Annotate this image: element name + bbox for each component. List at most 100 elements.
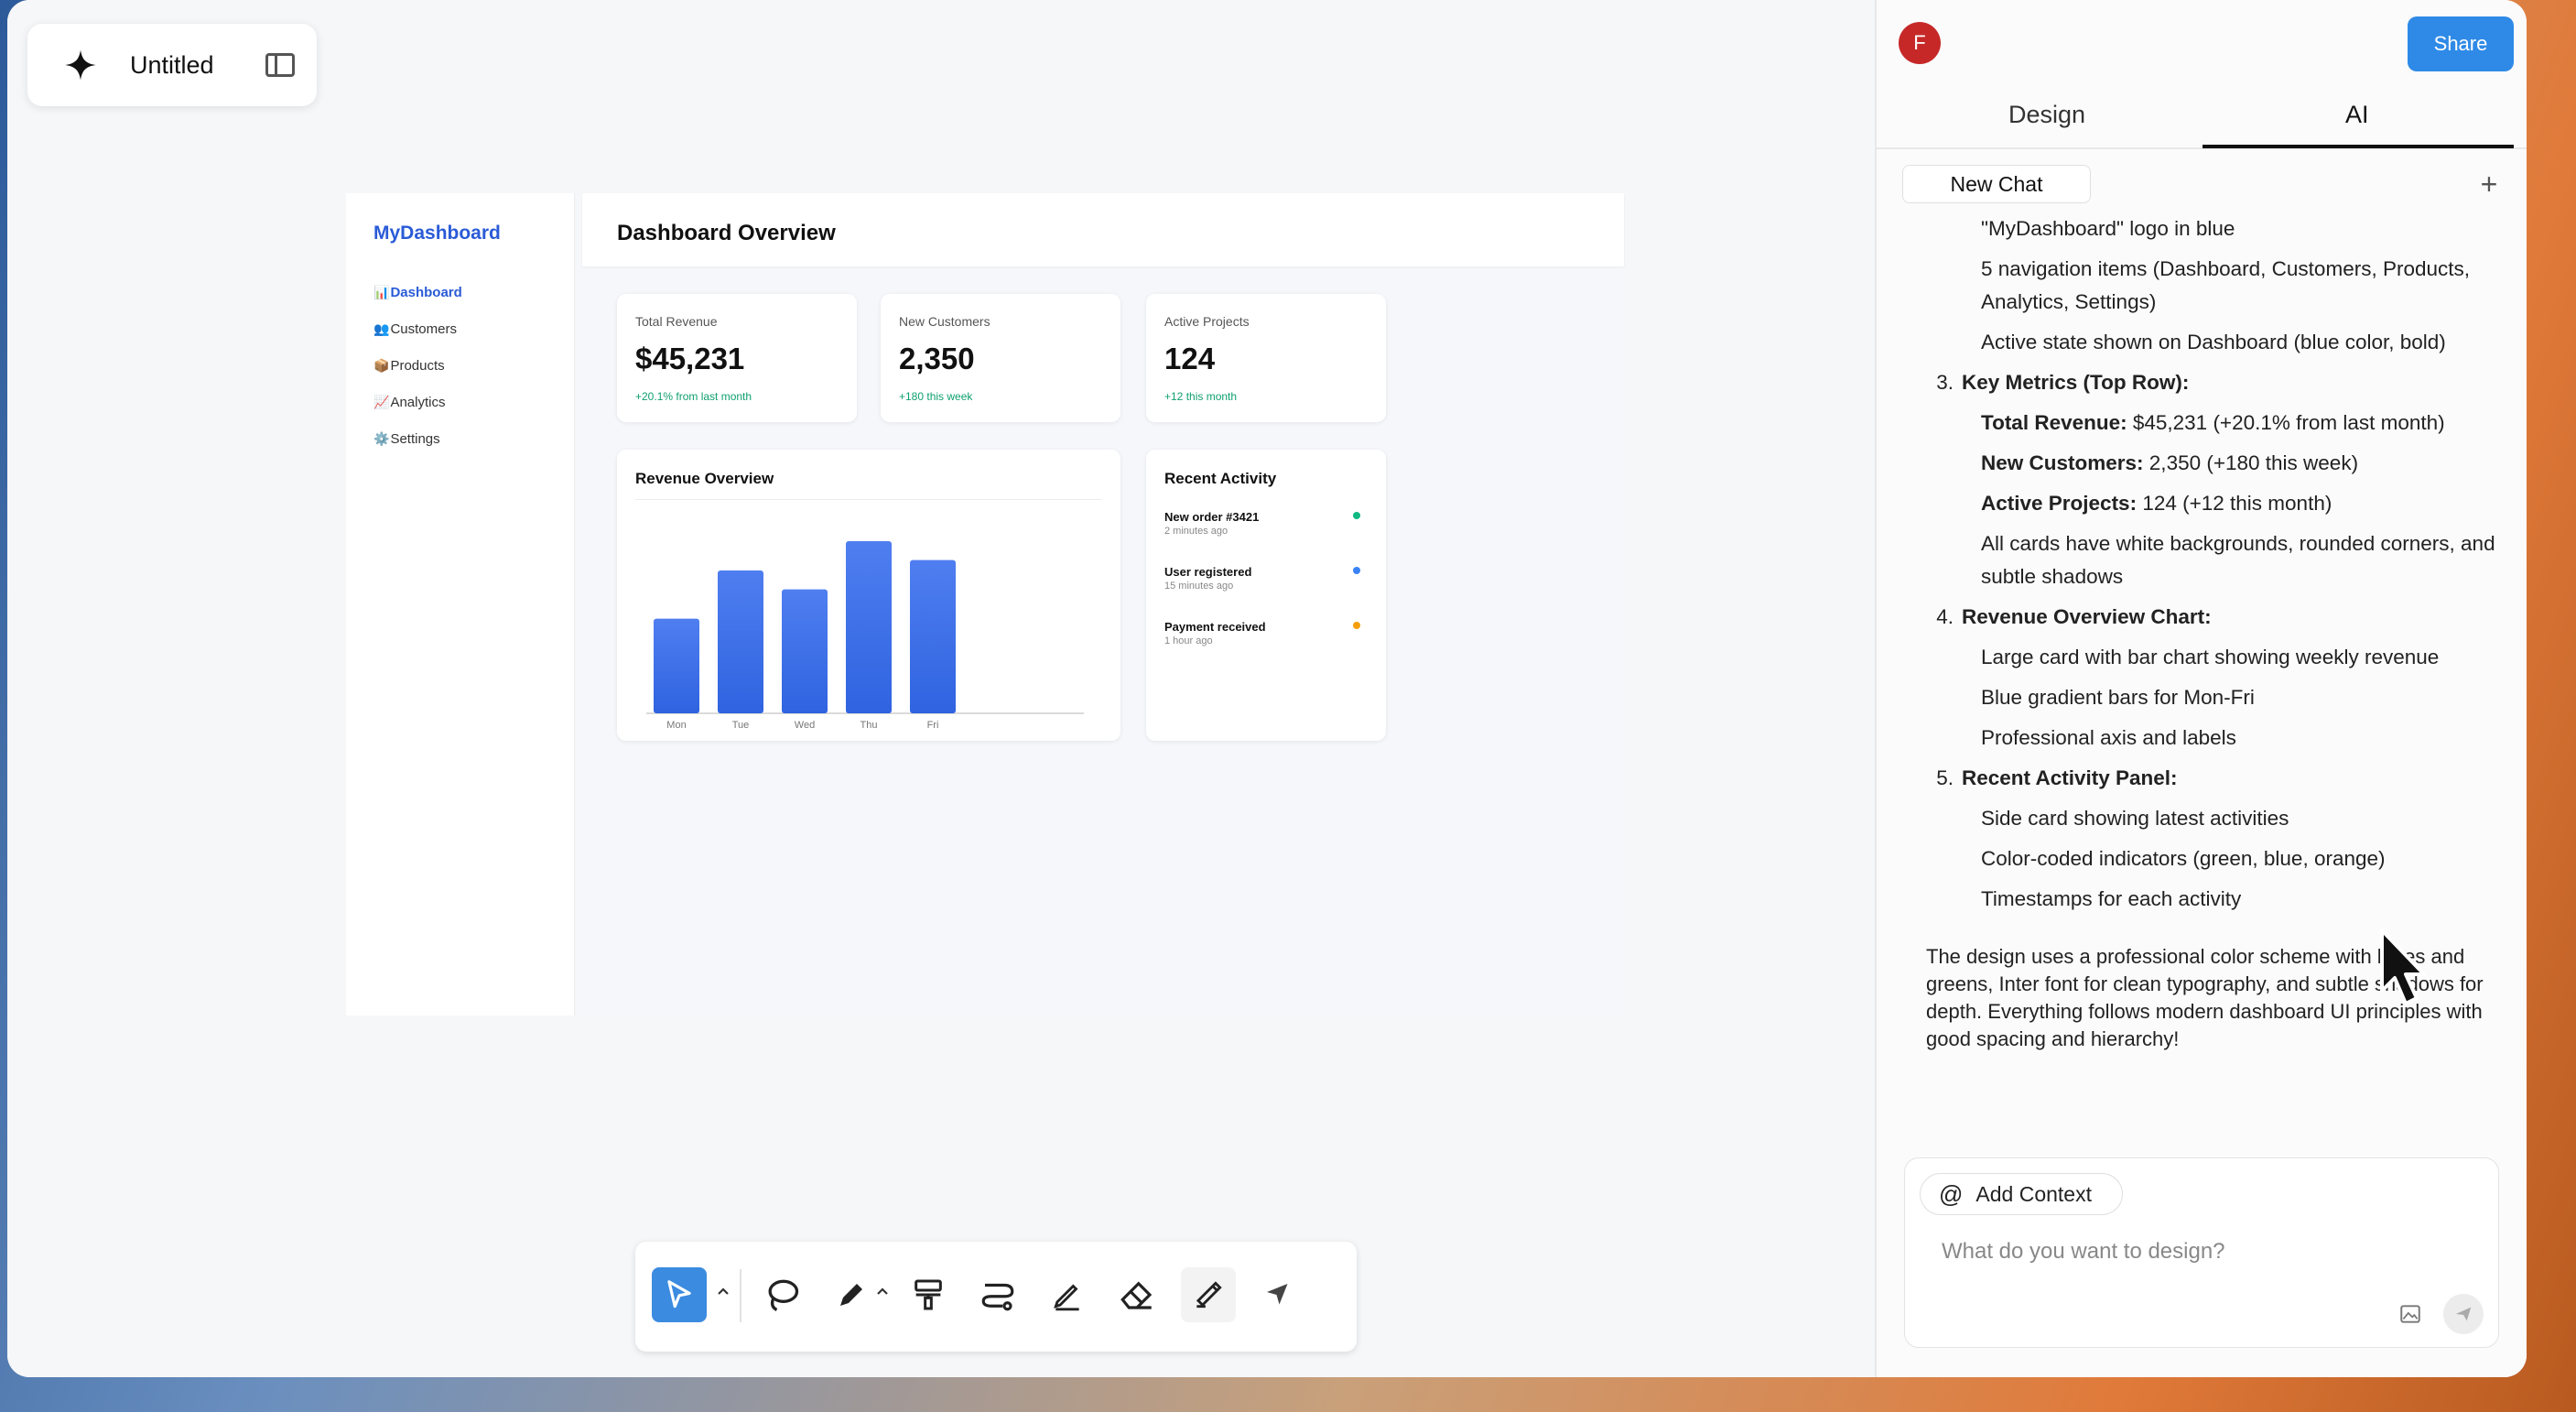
activity-dot-blue: [1353, 567, 1360, 574]
metric-change: +20.1% from last month: [635, 390, 752, 403]
avatar[interactable]: F: [1899, 22, 1941, 64]
tab-ai[interactable]: AI: [2345, 101, 2369, 129]
lasso-icon: [768, 1279, 799, 1311]
file-title[interactable]: Untitled: [130, 51, 214, 80]
select-tool-button[interactable]: [652, 1267, 707, 1322]
list-item: Large card with bar chart showing weekly…: [1981, 646, 2440, 668]
activity-item: User registered 15 minutes ago: [1164, 565, 1252, 592]
revenue-chart: Mon Tue Wed Thu Fri: [646, 541, 1084, 731]
right-panel: F Share Design AI New Chat + "MyDashboar…: [1875, 0, 2527, 1377]
x-tick-label: Thu: [860, 720, 878, 731]
revenue-card: Revenue Overview Mon Tue Wed Thu Fri: [617, 450, 1120, 741]
metric-value: $45,231: [635, 342, 745, 375]
section-heading: 5. Recent Activity Panel:: [1936, 766, 2178, 789]
mock-logo: MyDashboard: [373, 223, 501, 244]
mouse-cursor-icon: [2380, 929, 2426, 1005]
metric-value: 2,350: [899, 342, 975, 375]
add-context-label: Add Context: [1975, 1181, 2092, 1206]
list-item: New Customers: 2,350 (+180 this week): [1981, 451, 2359, 474]
list-item: Active state shown on Dashboard (blue co…: [1981, 331, 2446, 353]
x-tick-label: Fri: [927, 720, 939, 731]
list-item: All cards have white backgrounds, rounde…: [1981, 532, 2495, 588]
cursor-arrow-icon: [667, 1280, 691, 1309]
share-button[interactable]: Share: [2408, 16, 2514, 71]
list-item: Side card showing latest activities: [1981, 807, 2289, 830]
list-item: Color-coded indicators (green, blue, ora…: [1981, 847, 2386, 870]
mock-nav-dashboard: 📊Dashboard: [373, 285, 462, 300]
app-window: Untitled MyDashboard 📊Dashboard 👥Custome…: [7, 0, 2527, 1377]
add-context-button[interactable]: @ Add Context: [1920, 1173, 2123, 1215]
activity-title: Recent Activity: [1164, 470, 1277, 487]
activity-dot-green: [1353, 512, 1360, 519]
activity-card: Recent Activity New order #3421 2 minutes…: [1146, 450, 1386, 741]
prompt-box[interactable]: @ Add Context What do you want to design?: [1904, 1157, 2499, 1348]
sidebar-toggle-icon[interactable]: [265, 53, 295, 77]
connector-tool-button[interactable]: [970, 1267, 1025, 1322]
toolbar-divider: [740, 1269, 741, 1322]
highlighter-icon: [1196, 1281, 1222, 1309]
metric-card-customers: New Customers 2,350 +180 this week: [881, 294, 1120, 422]
bar-thu: [846, 541, 892, 713]
drawing-toolbar: [635, 1242, 1357, 1352]
mock-header: Dashboard Overview: [582, 193, 1624, 266]
list-item: "MyDashboard" logo in blue: [1981, 217, 2235, 240]
pointer-tool-button[interactable]: [1250, 1267, 1305, 1322]
highlighter-tool-button[interactable]: [1181, 1267, 1236, 1322]
mock-page-title: Dashboard Overview: [617, 221, 836, 245]
prompt-input[interactable]: What do you want to design?: [1942, 1239, 2225, 1265]
metric-label: Active Projects: [1164, 314, 1250, 329]
metric-label: Total Revenue: [635, 314, 718, 329]
list-item: Active Projects: 124 (+12 this month): [1981, 492, 2332, 515]
chevron-up-icon[interactable]: [873, 1282, 892, 1300]
activity-dot-orange: [1353, 622, 1360, 629]
pencil-tool-button[interactable]: [1040, 1267, 1095, 1322]
new-chat-button[interactable]: New Chat: [1902, 165, 2091, 203]
activity-item: New order #3421 2 minutes ago: [1164, 510, 1260, 537]
bar-fri: [910, 559, 956, 713]
active-tab-indicator: [2203, 145, 2514, 148]
pen-tool-button[interactable]: [824, 1267, 879, 1322]
bar-tue: [718, 570, 763, 713]
paint-roller-icon: [915, 1279, 942, 1310]
activity-item: Payment received 1 hour ago: [1164, 620, 1266, 646]
mock-nav-analytics: 📈Analytics: [373, 395, 446, 410]
design-canvas[interactable]: Untitled MyDashboard 📊Dashboard 👥Custome…: [7, 0, 1875, 1377]
image-upload-icon[interactable]: [2390, 1294, 2430, 1334]
metric-change: +180 this week: [899, 390, 973, 403]
tab-design[interactable]: Design: [2008, 101, 2085, 129]
list-item: Total Revenue: $45,231 (+20.1% from last…: [1981, 411, 2445, 434]
dashboard-mockup[interactable]: MyDashboard 📊Dashboard 👥Customers 📦Produ…: [346, 193, 1624, 1016]
x-tick-label: Mon: [666, 720, 686, 731]
pen-icon: [840, 1284, 862, 1306]
mock-nav-settings: ⚙️Settings: [373, 431, 440, 447]
list-item: Timestamps for each activity: [1981, 887, 2242, 910]
pointer-icon: [1267, 1284, 1288, 1305]
x-tick-label: Wed: [795, 720, 815, 731]
chevron-up-icon[interactable]: [714, 1282, 732, 1300]
metric-change: +12 this month: [1164, 390, 1238, 403]
file-header: Untitled: [27, 24, 317, 106]
mock-nav-products: 📦Products: [373, 358, 445, 374]
section-heading: 4. Revenue Overview Chart:: [1936, 605, 2212, 628]
ai-message: "MyDashboard" logo in blue 5 navigation …: [1926, 212, 2512, 916]
connector-icon: [981, 1283, 1014, 1311]
pencil-icon: [1054, 1284, 1079, 1311]
x-tick-label: Tue: [732, 720, 750, 731]
metric-label: New Customers: [899, 314, 990, 329]
send-icon[interactable]: [2443, 1294, 2484, 1334]
metric-card-projects: Active Projects 124 +12 this month: [1146, 294, 1386, 422]
mock-sidebar: MyDashboard 📊Dashboard 👥Customers 📦Produ…: [346, 193, 575, 1016]
mock-nav-customers: 👥Customers: [373, 321, 457, 337]
at-icon: @: [1939, 1179, 1964, 1208]
bar-wed: [782, 589, 828, 713]
list-item: Professional axis and labels: [1981, 726, 2236, 749]
lasso-tool-button[interactable]: [754, 1267, 809, 1322]
eraser-icon: [1120, 1281, 1153, 1309]
plus-icon[interactable]: +: [2473, 165, 2505, 203]
paint-tool-button[interactable]: [901, 1267, 956, 1322]
metric-card-revenue: Total Revenue $45,231 +20.1% from last m…: [617, 294, 857, 422]
eraser-tool-button[interactable]: [1109, 1267, 1164, 1322]
sparkle-icon[interactable]: [64, 49, 97, 81]
section-heading: 3. Key Metrics (Top Row):: [1936, 371, 2190, 394]
list-item: 5 navigation items (Dashboard, Customers…: [1981, 257, 2470, 313]
